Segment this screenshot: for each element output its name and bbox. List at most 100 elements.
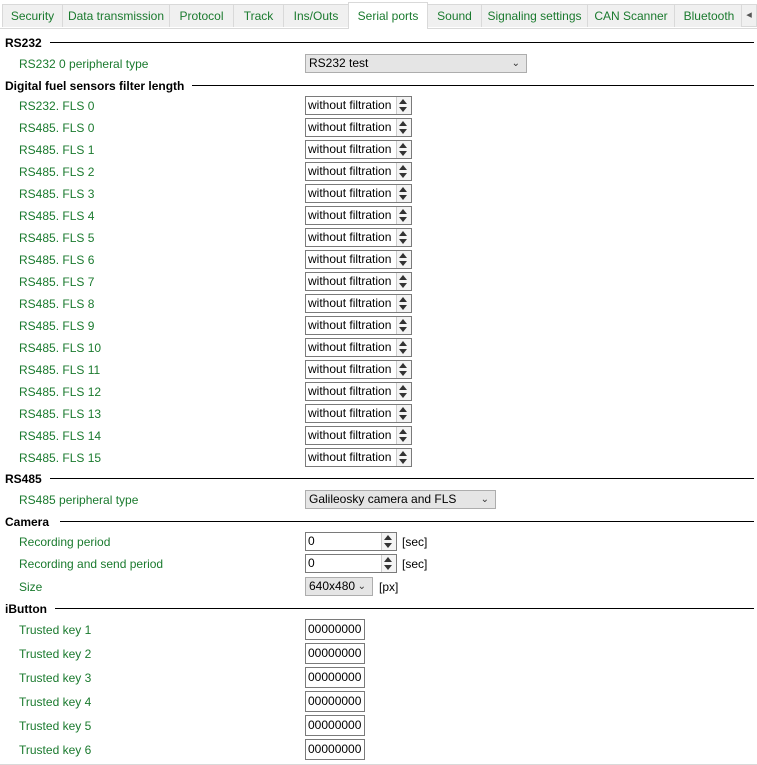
stepper-buttons[interactable] xyxy=(396,163,411,180)
stepper-buttons[interactable] xyxy=(381,533,396,550)
fls-filter-stepper[interactable]: without filtration xyxy=(305,338,412,357)
trusted-key-input[interactable]: 00000000 xyxy=(305,643,365,664)
fls-filter-stepper[interactable]: without filtration xyxy=(305,404,412,423)
fls-filter-stepper[interactable]: without filtration xyxy=(305,294,412,313)
arrow-up-icon[interactable] xyxy=(399,451,407,456)
arrow-down-icon[interactable] xyxy=(399,349,407,354)
trusted-key-input[interactable]: 00000000 xyxy=(305,715,365,736)
arrow-up-icon[interactable] xyxy=(399,165,407,170)
arrow-down-icon[interactable] xyxy=(399,459,407,464)
tab-serial-ports[interactable]: Serial ports xyxy=(348,2,428,29)
arrow-up-icon[interactable] xyxy=(384,557,392,562)
trusted-key-input[interactable]: 00000000 xyxy=(305,691,365,712)
arrow-up-icon[interactable] xyxy=(399,231,407,236)
arrow-down-icon[interactable] xyxy=(399,173,407,178)
tab-data-transmission[interactable]: Data transmission xyxy=(62,4,170,27)
arrow-up-icon[interactable] xyxy=(399,209,407,214)
fls-filter-stepper[interactable]: without filtration xyxy=(305,360,412,379)
stepper-buttons[interactable] xyxy=(381,555,396,572)
stepper-buttons[interactable] xyxy=(396,141,411,158)
recording-period-stepper[interactable]: 0 xyxy=(305,532,397,551)
arrow-down-icon[interactable] xyxy=(399,393,407,398)
arrow-down-icon[interactable] xyxy=(399,151,407,156)
arrow-down-icon[interactable] xyxy=(384,565,392,570)
fls-filter-stepper[interactable]: without filtration xyxy=(305,272,412,291)
fls-filter-stepper[interactable]: without filtration xyxy=(305,382,412,401)
tab-can-scanner[interactable]: CAN Scanner xyxy=(587,4,675,27)
arrow-up-icon[interactable] xyxy=(399,275,407,280)
arrow-down-icon[interactable] xyxy=(399,217,407,222)
tab-sound[interactable]: Sound xyxy=(427,4,482,27)
tab-protocol[interactable]: Protocol xyxy=(169,4,234,27)
tab-bluetooth[interactable]: Bluetooth xyxy=(674,4,744,27)
stepper-buttons[interactable] xyxy=(396,405,411,422)
tab-track[interactable]: Track xyxy=(233,4,284,27)
stepper-buttons[interactable] xyxy=(396,119,411,136)
fls-filter-stepper[interactable]: without filtration xyxy=(305,140,412,159)
section-divider xyxy=(50,478,754,479)
arrow-down-icon[interactable] xyxy=(399,415,407,420)
fls-filter-stepper[interactable]: without filtration xyxy=(305,96,412,115)
stepper-buttons[interactable] xyxy=(396,295,411,312)
arrow-down-icon[interactable] xyxy=(399,437,407,442)
fls-filter-stepper[interactable]: without filtration xyxy=(305,118,412,137)
tab-signaling-settings[interactable]: Signaling settings xyxy=(481,4,588,27)
trusted-key-input[interactable]: 00000000 xyxy=(305,739,365,760)
arrow-down-icon[interactable] xyxy=(399,195,407,200)
tab-security[interactable]: Security xyxy=(2,4,63,27)
stepper-buttons[interactable] xyxy=(396,229,411,246)
chevron-left-icon[interactable]: ◂ xyxy=(741,4,757,27)
size-select[interactable]: 640x480 ⌄ xyxy=(305,577,373,596)
fls-row-label: RS485. FLS 3 xyxy=(19,187,95,201)
arrow-up-icon[interactable] xyxy=(399,297,407,302)
fls-filter-stepper[interactable]: without filtration xyxy=(305,448,412,467)
arrow-up-icon[interactable] xyxy=(399,319,407,324)
stepper-buttons[interactable] xyxy=(396,207,411,224)
stepper-buttons[interactable] xyxy=(396,97,411,114)
record-send-period-stepper[interactable]: 0 xyxy=(305,554,397,573)
arrow-down-icon[interactable] xyxy=(399,261,407,266)
record-send-period-label: Recording and send period xyxy=(19,557,164,571)
arrow-down-icon[interactable] xyxy=(399,371,407,376)
arrow-up-icon[interactable] xyxy=(384,535,392,540)
rs232-peripheral-select[interactable]: RS232 test ⌄ xyxy=(305,54,527,73)
arrow-up-icon[interactable] xyxy=(399,429,407,434)
fls-filter-stepper[interactable]: without filtration xyxy=(305,426,412,445)
fls-filter-stepper[interactable]: without filtration xyxy=(305,162,412,181)
fls-row-label: RS485. FLS 6 xyxy=(19,253,95,267)
trusted-key-input[interactable]: 00000000 xyxy=(305,619,365,640)
stepper-buttons[interactable] xyxy=(396,427,411,444)
fls-filter-stepper[interactable]: without filtration xyxy=(305,228,412,247)
stepper-buttons[interactable] xyxy=(396,449,411,466)
stepper-buttons[interactable] xyxy=(396,273,411,290)
fls-filter-stepper[interactable]: without filtration xyxy=(305,250,412,269)
arrow-down-icon[interactable] xyxy=(399,283,407,288)
arrow-up-icon[interactable] xyxy=(399,143,407,148)
arrow-down-icon[interactable] xyxy=(399,305,407,310)
arrow-up-icon[interactable] xyxy=(399,187,407,192)
arrow-up-icon[interactable] xyxy=(399,121,407,126)
arrow-down-icon[interactable] xyxy=(399,107,407,112)
fls-filter-stepper[interactable]: without filtration xyxy=(305,184,412,203)
arrow-up-icon[interactable] xyxy=(399,341,407,346)
stepper-buttons[interactable] xyxy=(396,251,411,268)
arrow-up-icon[interactable] xyxy=(399,385,407,390)
arrow-up-icon[interactable] xyxy=(399,253,407,258)
stepper-buttons[interactable] xyxy=(396,383,411,400)
arrow-up-icon[interactable] xyxy=(399,407,407,412)
arrow-up-icon[interactable] xyxy=(399,99,407,104)
fls-filter-stepper[interactable]: without filtration xyxy=(305,206,412,225)
rs485-peripheral-select[interactable]: Galileosky camera and FLS ⌄ xyxy=(305,490,496,509)
tab-ins-outs[interactable]: Ins/Outs xyxy=(283,4,349,27)
arrow-down-icon[interactable] xyxy=(399,327,407,332)
trusted-key-input[interactable]: 00000000 xyxy=(305,667,365,688)
stepper-buttons[interactable] xyxy=(396,317,411,334)
stepper-buttons[interactable] xyxy=(396,361,411,378)
arrow-up-icon[interactable] xyxy=(399,363,407,368)
arrow-down-icon[interactable] xyxy=(399,129,407,134)
fls-filter-stepper[interactable]: without filtration xyxy=(305,316,412,335)
stepper-buttons[interactable] xyxy=(396,339,411,356)
arrow-down-icon[interactable] xyxy=(399,239,407,244)
stepper-buttons[interactable] xyxy=(396,185,411,202)
arrow-down-icon[interactable] xyxy=(384,543,392,548)
